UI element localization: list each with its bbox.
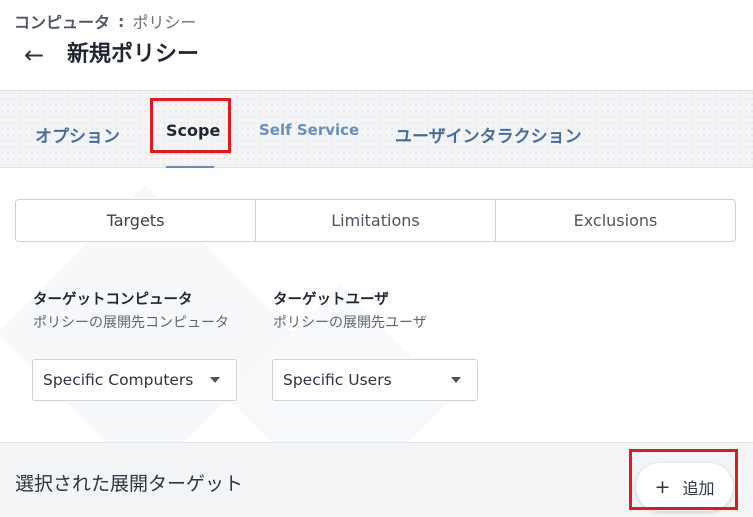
- breadcrumb-current[interactable]: ポリシー: [132, 9, 196, 33]
- target-computers-field: ターゲットコンピュータ ポリシーの展開先コンピュータ: [33, 288, 238, 334]
- scope-panel: Targets Limitations Exclusions ターゲットコンピュ…: [0, 168, 753, 442]
- target-users-description: ポリシーの展開先ユーザ: [273, 315, 427, 331]
- target-users-value: Specific Users: [283, 371, 392, 389]
- tab-self-service[interactable]: Self Service: [259, 121, 359, 139]
- page-header: コンピュータ : ポリシー ← 新規ポリシー: [0, 0, 753, 90]
- chevron-down-icon: [210, 377, 220, 383]
- target-users-label: ターゲットユーザ: [273, 292, 389, 308]
- breadcrumb-parent[interactable]: コンピュータ: [14, 9, 110, 33]
- selected-targets-section: 選択された展開ターゲット + 追加: [0, 442, 753, 517]
- chevron-down-icon: [451, 377, 461, 383]
- add-button[interactable]: + 追加: [636, 463, 733, 511]
- target-computers-description: ポリシーの展開先コンピュータ: [33, 315, 229, 331]
- target-computers-select[interactable]: Specific Computers: [32, 359, 237, 401]
- tab-options[interactable]: オプション: [35, 122, 120, 147]
- target-users-field: ターゲットユーザ ポリシーの展開先ユーザ: [273, 288, 478, 334]
- tab-bar: オプション Scope Self Service ユーザインタラクション: [0, 90, 753, 169]
- back-arrow-icon[interactable]: ←: [24, 40, 44, 70]
- target-users-select[interactable]: Specific Users: [272, 359, 478, 401]
- add-button-label: 追加: [682, 479, 715, 498]
- breadcrumb: コンピュータ : ポリシー: [14, 9, 196, 33]
- tab-scope[interactable]: Scope: [166, 121, 220, 140]
- target-computers-label: ターゲットコンピュータ: [33, 292, 193, 308]
- tab-user-interaction[interactable]: ユーザインタラクション: [395, 122, 582, 147]
- target-computers-value: Specific Computers: [43, 371, 194, 389]
- segment-limitations[interactable]: Limitations: [255, 200, 495, 241]
- plus-icon: +: [654, 476, 671, 498]
- scope-segmented-control: Targets Limitations Exclusions: [15, 199, 736, 242]
- segment-exclusions[interactable]: Exclusions: [495, 200, 735, 241]
- selected-targets-title: 選択された展開ターゲット: [15, 473, 244, 495]
- breadcrumb-separator: :: [118, 11, 125, 31]
- page-title: 新規ポリシー: [67, 42, 200, 67]
- segment-targets[interactable]: Targets: [16, 200, 255, 241]
